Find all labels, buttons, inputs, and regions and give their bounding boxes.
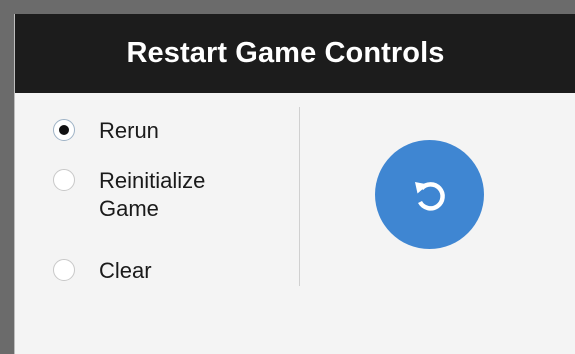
option-rerun[interactable]: Rerun (53, 117, 249, 145)
dialog-title: Restart Game Controls (126, 37, 445, 69)
option-clear[interactable]: Clear (53, 257, 249, 285)
option-reinitialize-game[interactable]: Reinitialize Game (53, 167, 249, 223)
reinitialize-game-radio[interactable] (53, 169, 75, 191)
option-label: Reinitialize Game (99, 168, 206, 221)
clear-radio[interactable] (53, 259, 75, 281)
dialog-body: Rerun Reinitialize Game Clear (15, 93, 575, 354)
dialog-header: Restart Game Controls (15, 14, 575, 93)
divider (299, 107, 300, 286)
restart-icon (414, 181, 445, 211)
option-label: Clear (99, 258, 152, 283)
rerun-radio[interactable] (53, 119, 75, 141)
restart-game-dialog: Restart Game Controls Rerun Reinitialize… (14, 14, 575, 354)
background: Restart Game Controls Rerun Reinitialize… (0, 0, 575, 354)
option-label: Rerun (99, 118, 159, 143)
restart-button[interactable] (375, 140, 484, 249)
